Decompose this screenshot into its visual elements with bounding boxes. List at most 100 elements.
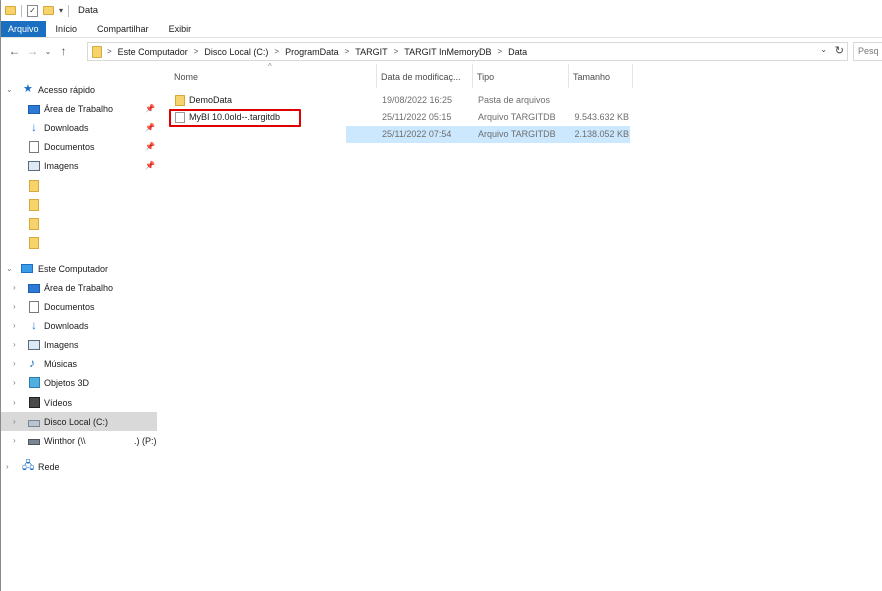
address-bar[interactable]: > Este Computador > Disco Local (C:) > P… — [87, 42, 848, 61]
nav-label-suffix: .) (P:) — [134, 435, 157, 446]
nav-label: Rede — [38, 461, 60, 472]
expand-chevron-icon[interactable]: › — [13, 321, 16, 330]
recent-locations-chevron-icon[interactable]: ⌄ — [43, 47, 53, 56]
download-arrow-icon: ↓ — [31, 318, 37, 332]
nav-label: Objetos 3D — [44, 377, 90, 388]
nav-rede[interactable]: › 🖧 Rede — [1, 457, 157, 476]
breadcrumb-chevron-icon[interactable]: > — [345, 47, 350, 56]
customize-toolbar-icon[interactable]: ▾ — [59, 6, 63, 15]
pictures-icon — [28, 160, 40, 171]
pin-icon[interactable]: 📌 — [145, 123, 155, 132]
expand-chevron-icon[interactable]: › — [13, 417, 16, 426]
nav-quick-folder[interactable] — [1, 176, 157, 195]
pin-icon[interactable]: 📌 — [145, 142, 155, 151]
nav-pc-winthor[interactable]: › Winthor (\\ .) (P:) — [1, 431, 157, 450]
breadcrumb-programdata[interactable]: ProgramData — [285, 47, 339, 57]
collapse-chevron-icon[interactable]: ⌄ — [6, 85, 13, 94]
breadcrumb-este-computador[interactable]: Este Computador — [118, 47, 188, 57]
column-header-name[interactable]: Nome — [170, 64, 377, 88]
navigation-bar: ← → ⌄ ↑ > Este Computador > Disco Local … — [1, 39, 882, 63]
properties-icon[interactable]: ✓ — [27, 4, 38, 17]
nav-label: Vídeos — [44, 397, 73, 408]
file-list: ^ Nome Data de modificaç... Tipo Tamanho… — [158, 62, 882, 591]
file-type: Arquivo TARGITDB — [478, 112, 556, 122]
nav-label: Área de Trabalho — [44, 103, 114, 114]
nav-pc-objetos-3d[interactable]: › Objetos 3D — [1, 373, 157, 392]
folder-icon — [92, 45, 102, 58]
tab-compartilhar[interactable]: Compartilhar — [87, 21, 159, 37]
nav-quick-imagens[interactable]: Imagens 📌 — [1, 156, 157, 175]
pin-icon[interactable]: 📌 — [145, 161, 155, 170]
breadcrumb-data[interactable]: Data — [508, 47, 527, 57]
nav-label: Área de Trabalho — [44, 282, 114, 293]
nav-label: Imagens — [44, 160, 79, 171]
column-header-size[interactable]: Tamanho — [569, 64, 633, 88]
expand-chevron-icon[interactable]: › — [13, 436, 16, 445]
folder-icon — [5, 6, 16, 15]
tab-arquivo[interactable]: Arquivo — [1, 21, 46, 37]
nav-pc-musicas[interactable]: › ♪ Músicas — [1, 354, 157, 373]
expand-chevron-icon[interactable]: › — [13, 378, 16, 387]
breadcrumb-targit-inmemorydb[interactable]: TARGIT InMemoryDB — [404, 47, 491, 57]
nav-pc-imagens[interactable]: › Imagens — [1, 335, 157, 354]
nav-pc-downloads[interactable]: › ↓ Downloads — [1, 316, 157, 335]
document-icon — [29, 300, 39, 313]
up-arrow-icon[interactable]: ↑ — [56, 44, 71, 58]
nav-este-computador[interactable]: ⌄ Este Computador — [1, 259, 157, 278]
expand-chevron-icon[interactable]: › — [13, 398, 16, 407]
film-icon — [29, 397, 40, 408]
collapse-chevron-icon[interactable]: ⌄ — [6, 264, 13, 273]
nav-quick-area-de-trabalho[interactable]: Área de Trabalho 📌 — [1, 99, 157, 118]
pin-icon[interactable]: 📌 — [145, 104, 155, 113]
folder-icon — [29, 198, 39, 211]
download-arrow-icon: ↓ — [31, 120, 37, 134]
file-type: Pasta de arquivos — [478, 95, 551, 105]
nav-quick-documentos[interactable]: Documentos 📌 — [1, 137, 157, 156]
refresh-icon[interactable]: ↻ — [835, 44, 844, 57]
file-row[interactable]: DemoData 19/08/2022 16:25 Pasta de arqui… — [170, 92, 630, 109]
expand-chevron-icon[interactable]: › — [6, 462, 9, 471]
column-header-date[interactable]: Data de modificaç... — [377, 64, 473, 88]
nav-pc-videos[interactable]: › Vídeos — [1, 393, 157, 412]
address-dropdown-icon[interactable]: ⌄ — [820, 45, 827, 54]
expand-chevron-icon[interactable]: › — [13, 283, 16, 292]
breadcrumb-chevron-icon[interactable]: > — [107, 47, 112, 56]
back-arrow-icon[interactable]: ← — [7, 44, 22, 58]
nav-quick-folder[interactable] — [1, 233, 157, 252]
forward-arrow-icon[interactable]: → — [25, 44, 40, 58]
breadcrumb-chevron-icon[interactable]: > — [274, 47, 279, 56]
folder-icon — [29, 217, 39, 230]
nav-pc-area-de-trabalho[interactable]: › Área de Trabalho — [1, 278, 157, 297]
nav-quick-folder[interactable] — [1, 214, 157, 233]
column-header-type[interactable]: Tipo — [473, 64, 569, 88]
expand-chevron-icon[interactable]: › — [13, 340, 16, 349]
file-date: 25/11/2022 05:15 — [382, 112, 452, 122]
tab-inicio[interactable]: Início — [46, 21, 88, 37]
file-row-selected[interactable]: 25/11/2022 07:54 Arquivo TARGITDB 2.138.… — [346, 126, 630, 143]
file-size: 2.138.052 KB — [574, 129, 629, 139]
window-title: Data — [78, 5, 99, 16]
file-date: 19/08/2022 16:25 — [382, 95, 453, 105]
expand-chevron-icon[interactable]: › — [13, 359, 16, 368]
search-input[interactable]: Pesq — [853, 42, 882, 61]
document-icon — [29, 140, 39, 153]
tab-exibir[interactable]: Exibir — [159, 21, 202, 37]
file-explorer-window: ✓ ▾ Data Arquivo Início Compartilhar Exi… — [0, 0, 882, 591]
pictures-icon — [28, 339, 40, 350]
cube-3d-icon — [29, 377, 40, 388]
breadcrumb-chevron-icon[interactable]: > — [497, 47, 502, 56]
nav-acesso-rapido[interactable]: ⌄ ★ Acesso rápido — [1, 80, 157, 99]
network-drive-icon — [28, 439, 40, 445]
desktop-icon — [28, 283, 40, 293]
expand-chevron-icon[interactable]: › — [13, 302, 16, 311]
nav-quick-folder[interactable] — [1, 195, 157, 214]
nav-pc-documentos[interactable]: › Documentos — [1, 297, 157, 316]
nav-quick-downloads[interactable]: ↓ Downloads 📌 — [1, 118, 157, 137]
nav-pc-disco-local[interactable]: › Disco Local (C:) — [1, 412, 157, 431]
breadcrumb-disco-local[interactable]: Disco Local (C:) — [204, 47, 268, 57]
breadcrumb-chevron-icon[interactable]: > — [394, 47, 399, 56]
breadcrumb-chevron-icon[interactable]: > — [194, 47, 199, 56]
file-size: 9.543.632 KB — [574, 112, 629, 122]
breadcrumb-targit[interactable]: TARGIT — [355, 47, 387, 57]
new-folder-icon[interactable] — [43, 6, 54, 15]
